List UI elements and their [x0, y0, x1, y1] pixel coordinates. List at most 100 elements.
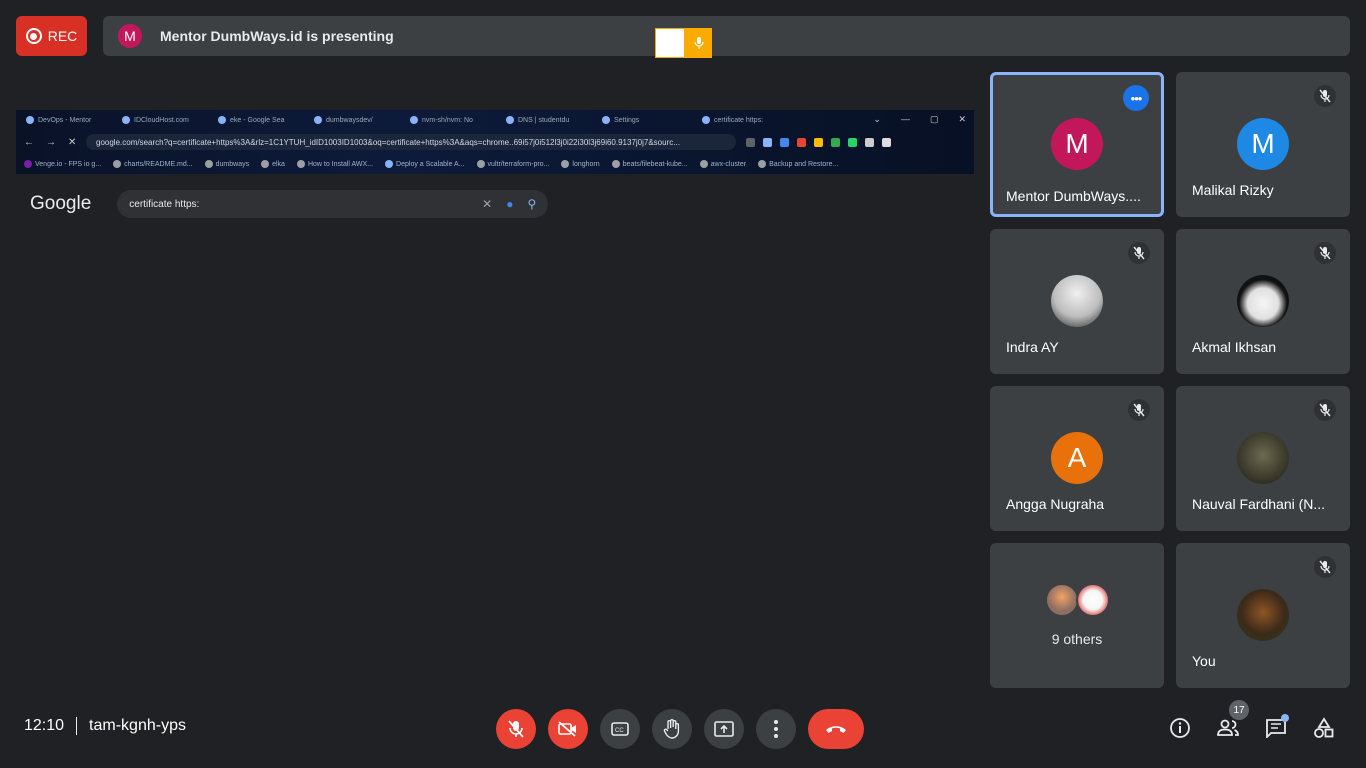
clear-icon: ✕: [482, 197, 493, 211]
mic-off-icon: [1128, 242, 1150, 264]
present-icon: [714, 721, 734, 737]
new-message-dot: [1281, 714, 1289, 722]
participant-tile[interactable]: Akmal Ikhsan: [1176, 229, 1350, 374]
bookmark: Venge.io - FPS io g...: [24, 160, 101, 168]
bookmark: elka: [261, 160, 285, 168]
search-icon: ⚲: [527, 197, 537, 211]
raise-hand-button[interactable]: [652, 709, 692, 749]
avatar: [1051, 275, 1103, 327]
participant-name: Nauval Fardhani (N...: [1192, 496, 1326, 512]
mic-off-icon: [1314, 85, 1336, 107]
divider: [76, 717, 78, 735]
bookmarks-bar: Venge.io - FPS io g... charts/README.md.…: [16, 156, 974, 172]
url-bar: google.com/search?q=certificate+https%3A…: [86, 134, 736, 150]
mic-icon: [685, 28, 712, 58]
meeting-time: 12:10: [24, 717, 65, 734]
present-screen-button[interactable]: [704, 709, 744, 749]
avatar: [1045, 583, 1079, 617]
more-vert-icon: [774, 720, 778, 738]
mic-off-icon: [1314, 242, 1336, 264]
svg-text:CC: CC: [615, 728, 624, 734]
bookmark: How to Install AWX...: [296, 160, 373, 168]
mic-off-icon: [1314, 556, 1336, 578]
activities-button[interactable]: [1311, 715, 1337, 741]
participant-name: Indra AY: [1006, 339, 1059, 355]
avatar: [1237, 432, 1289, 484]
mic-off-icon: [1128, 399, 1150, 421]
meeting-info: 12:10 tam-kgnh-yps: [24, 717, 186, 735]
google-logo: Google: [30, 193, 92, 214]
recording-indicator: REC: [16, 16, 87, 56]
participant-tile[interactable]: ••• M Mentor DumbWays....: [990, 72, 1164, 217]
participant-name: Mentor DumbWays....: [1006, 188, 1141, 204]
hang-up-icon: [826, 726, 846, 733]
nav-icons: ← → ✕: [24, 136, 77, 148]
shared-screen: DevOps - Mentor IDCloudHost.com eke - Go…: [16, 110, 974, 650]
speaking-indicator: [655, 28, 712, 58]
participant-name: You: [1192, 653, 1216, 669]
mic-toggle-button[interactable]: [496, 709, 536, 749]
browser-tab: certificate https:: [692, 116, 788, 124]
avatar: [1237, 275, 1289, 327]
voice-search-icon: ●: [506, 197, 514, 211]
bookmark: Backup and Restore...: [758, 160, 838, 168]
browser-tab: IDCloudHost.com: [112, 116, 208, 124]
self-tile[interactable]: You: [1176, 543, 1350, 688]
bookmark: longhorn: [561, 160, 600, 168]
participant-name: Malikal Rizky: [1192, 182, 1274, 198]
meeting-details-button[interactable]: [1167, 715, 1193, 741]
bookmark: charts/README.md...: [113, 160, 193, 168]
participant-tile[interactable]: Indra AY: [990, 229, 1164, 374]
more-options-button[interactable]: [756, 709, 796, 749]
bookmark: vultr/terraform-pro...: [476, 160, 549, 168]
browser-tab: dumbwaysdev/: [304, 116, 400, 124]
leave-call-button[interactable]: [808, 709, 864, 749]
mic-off-icon: [508, 720, 524, 738]
search-query: certificate https:: [129, 198, 200, 210]
mic-off-icon: [1314, 399, 1336, 421]
camera-toggle-button[interactable]: [548, 709, 588, 749]
browser-tab: eke - Google Sea: [208, 116, 304, 124]
google-search-box: certificate https: ✕ ● ⚲: [117, 190, 549, 218]
avatar: M: [1051, 118, 1103, 170]
meeting-code: tam-kgnh-yps: [89, 717, 186, 734]
participant-tile[interactable]: A Angga Nugraha: [990, 386, 1164, 531]
google-search-header: Google certificate https: ✕ ● ⚲: [16, 174, 974, 234]
avatar: [1237, 589, 1289, 641]
camera-off-icon: [558, 721, 576, 737]
more-options-icon[interactable]: •••: [1123, 85, 1149, 111]
browser-tab: DNS | studentdu: [496, 116, 592, 124]
captions-button[interactable]: CC: [600, 709, 640, 749]
shapes-icon: [1314, 717, 1334, 738]
others-count: 9 others: [1051, 631, 1103, 647]
browser-tab: nvm-sh/nvm: No: [400, 116, 496, 124]
bookmark: dumbways: [204, 160, 249, 168]
presenting-banner: M Mentor DumbWays.id is presenting: [103, 16, 1350, 56]
extension-icons: [746, 137, 891, 147]
presenting-text: Mentor DumbWays.id is presenting: [160, 28, 394, 44]
people-icon: [1217, 719, 1239, 736]
avatar: M: [1237, 118, 1289, 170]
bookmark: Deploy a Scalable A...: [385, 160, 465, 168]
browser-tab: DevOps - Mentor: [16, 116, 112, 124]
window-controls: ⌄ — ▢ ✕: [873, 114, 966, 124]
participant-name: Angga Nugraha: [1006, 496, 1105, 512]
address-row: ← → ✕ google.com/search?q=certificate+http…: [16, 132, 974, 152]
people-count-badge: 17: [1229, 700, 1249, 720]
hand-icon: [663, 719, 680, 739]
avatar: A: [1051, 432, 1103, 484]
browser-tabs: DevOps - Mentor IDCloudHost.com eke - Go…: [16, 110, 974, 130]
bookmark: beats/filebeat-kube...: [611, 160, 688, 168]
avatar: [1076, 583, 1110, 617]
bookmark: awx-cluster: [699, 160, 746, 168]
participant-tile[interactable]: Nauval Fardhani (N...: [1176, 386, 1350, 531]
recording-label: REC: [47, 28, 78, 44]
presenter-avatar: M: [118, 24, 142, 48]
info-icon: [1170, 718, 1190, 738]
browser-tab: Settings: [592, 116, 692, 124]
others-tile[interactable]: 9 others: [990, 543, 1164, 688]
browser-chrome: DevOps - Mentor IDCloudHost.com eke - Go…: [16, 110, 974, 174]
closed-captions-icon: CC: [611, 722, 629, 736]
record-icon: [25, 28, 42, 44]
participant-tile[interactable]: M Malikal Rizky: [1176, 72, 1350, 217]
